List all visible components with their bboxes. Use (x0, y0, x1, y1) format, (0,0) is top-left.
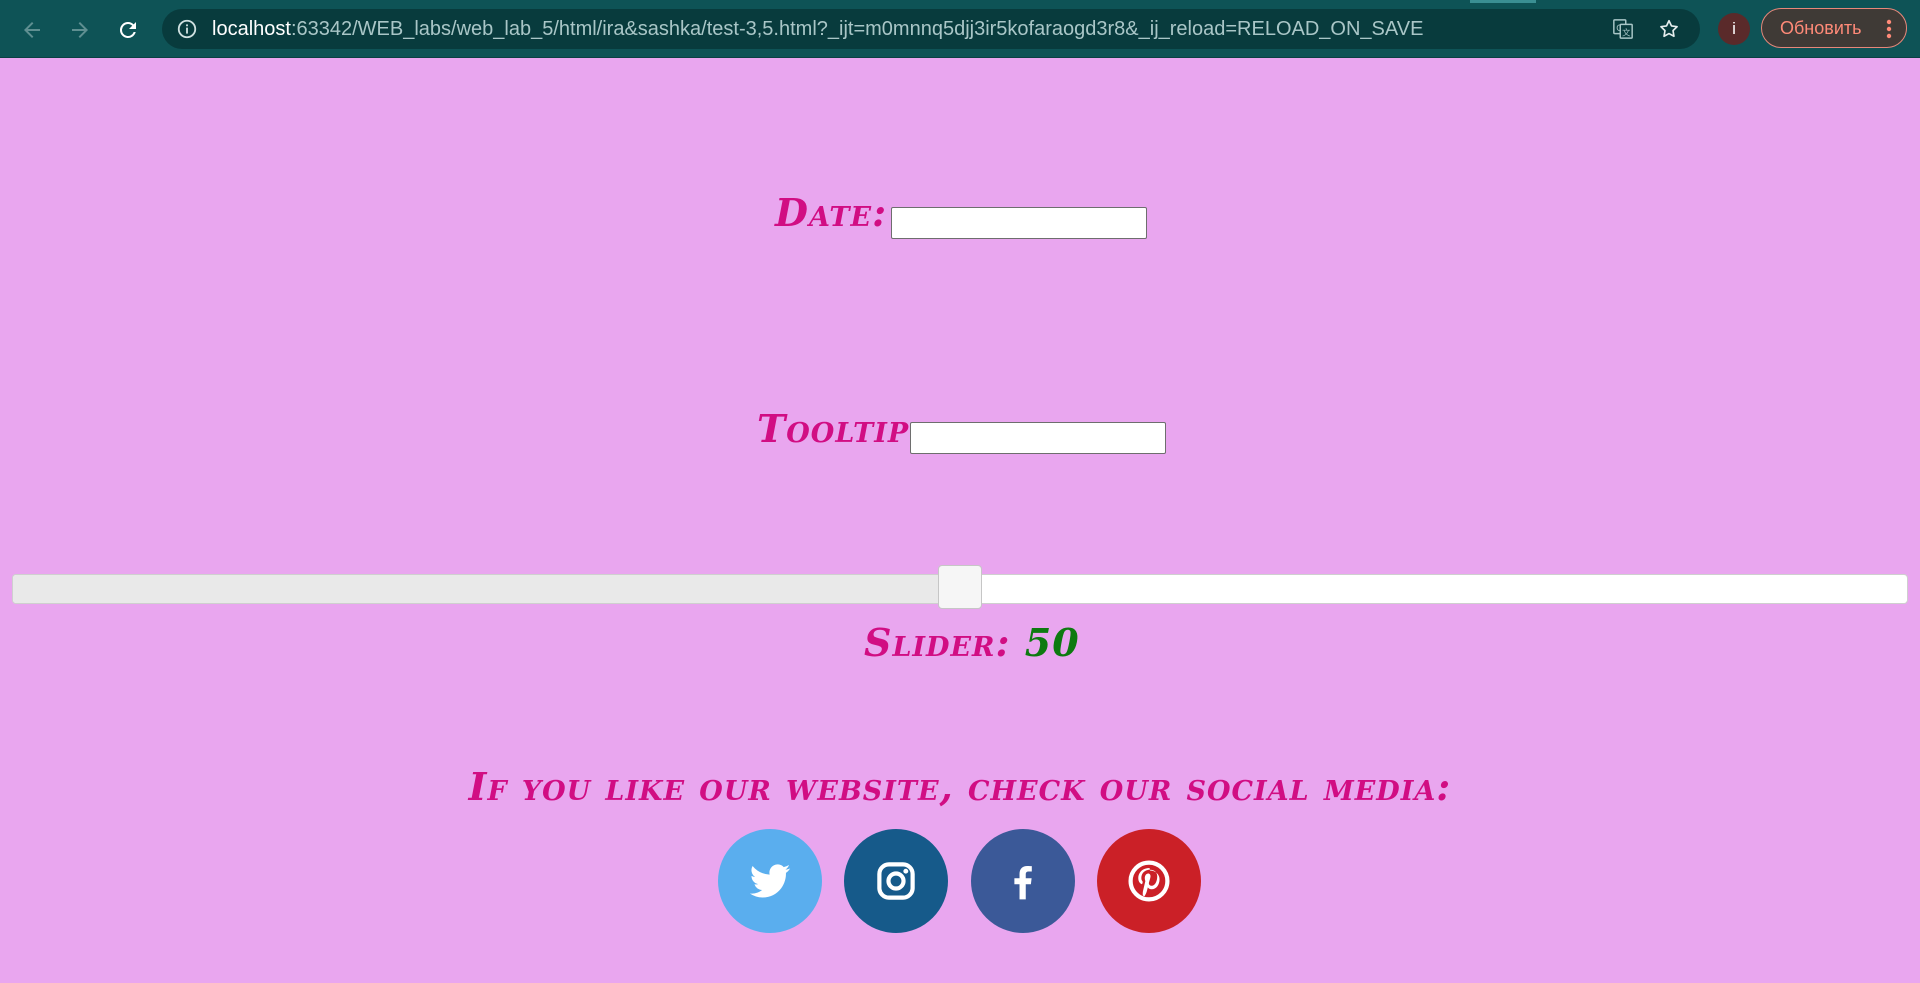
tooltip-label: Tooltip: (757, 406, 925, 451)
facebook-icon (1014, 865, 1032, 900)
tooltip-input[interactable] (910, 422, 1166, 454)
facebook-link[interactable] (971, 829, 1075, 933)
instagram-link[interactable] (844, 829, 948, 933)
url-host: localhost (212, 18, 291, 40)
pinterest-link[interactable] (1097, 829, 1201, 933)
more-vert-icon[interactable] (1886, 18, 1892, 45)
reload-icon (119, 21, 136, 38)
slider-value: 50 (1024, 620, 1080, 665)
forward-button[interactable] (62, 12, 98, 48)
slider-label-row: Slider: 50 (864, 620, 1080, 665)
date-input[interactable] (891, 207, 1147, 239)
reload-button[interactable] (110, 12, 146, 48)
slider-fill (13, 575, 960, 603)
svg-text:文: 文 (1622, 27, 1630, 37)
browser-toolbar: localhost:63342/WEB_labs/web_lab_5/html/… (0, 0, 1920, 58)
info-icon[interactable] (176, 18, 198, 44)
update-button[interactable]: Обновить (1761, 8, 1907, 48)
range-slider[interactable] (12, 565, 1908, 609)
pinterest-icon (1128, 860, 1170, 902)
forward-arrow-icon (72, 22, 88, 38)
bookmark-star-icon[interactable] (1658, 18, 1680, 44)
date-label: Date: (775, 190, 888, 235)
url-path: :63342/WEB_labs/web_lab_5/html/ira&sashk… (290, 18, 1424, 40)
instagram-icon (877, 862, 915, 900)
url-text[interactable]: localhost:63342/WEB_labs/web_lab_5/html/… (212, 9, 1423, 49)
profile-avatar[interactable]: i (1718, 13, 1750, 45)
back-arrow-icon (24, 22, 40, 38)
twitter-icon (749, 864, 791, 898)
update-button-label: Обновить (1780, 17, 1862, 38)
slider-label: Slider: (864, 620, 1011, 665)
back-button[interactable] (14, 12, 50, 48)
social-heading: If you like our website, check our socia… (468, 764, 1452, 809)
twitter-link[interactable] (718, 829, 822, 933)
translate-icon[interactable]: G文 (1612, 18, 1634, 44)
active-tab-indicator (1470, 0, 1536, 3)
slider-handle[interactable] (938, 565, 982, 609)
address-bar[interactable]: localhost:63342/WEB_labs/web_lab_5/html/… (162, 9, 1700, 49)
